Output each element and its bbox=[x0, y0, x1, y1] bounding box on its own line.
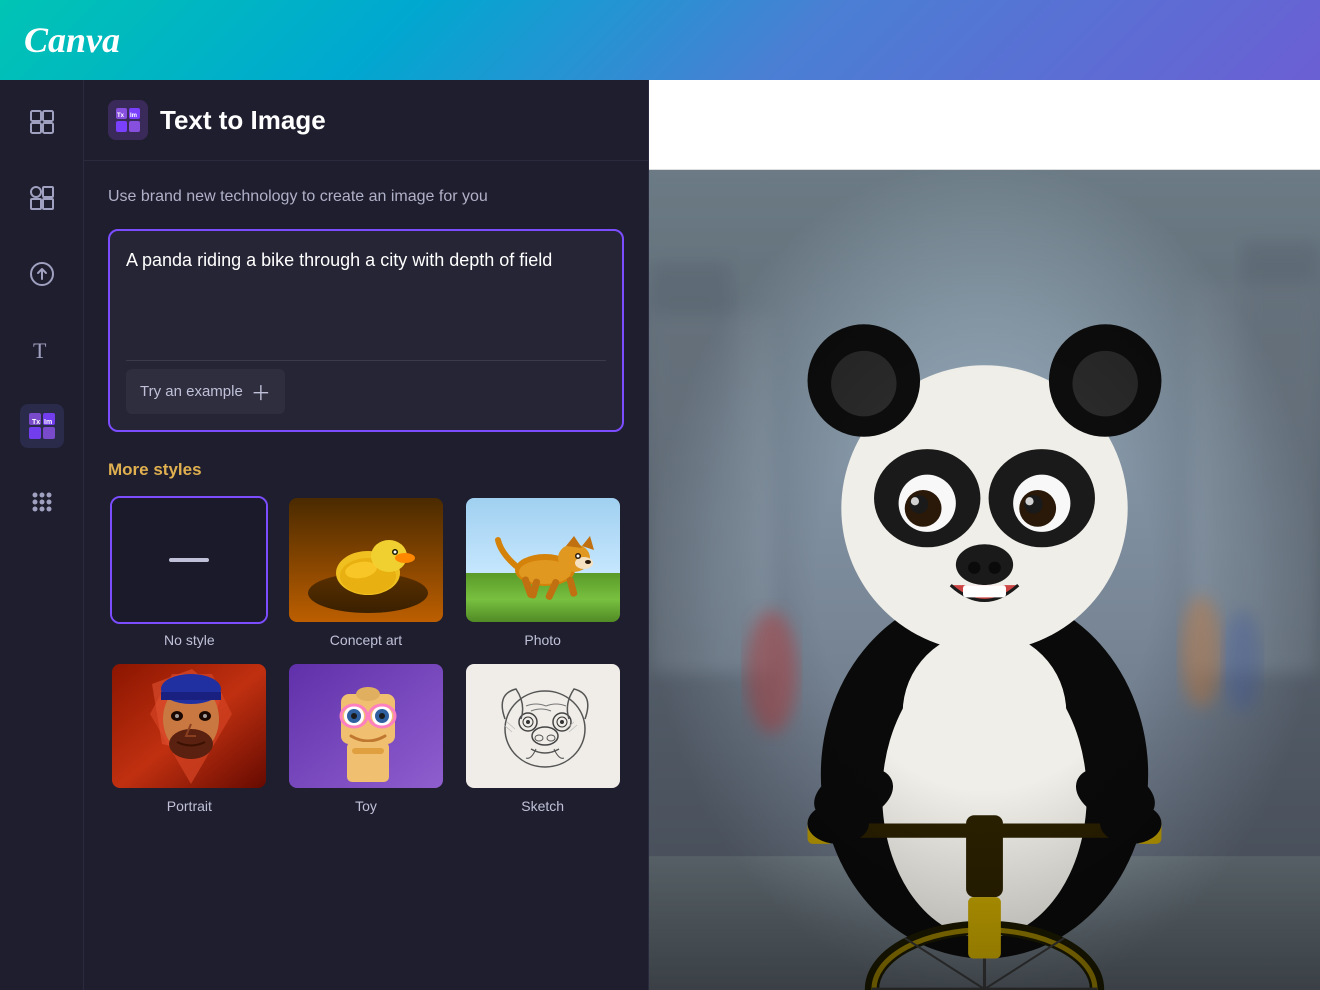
style-label-concept-art: Concept art bbox=[330, 632, 402, 648]
svg-text:Im: Im bbox=[44, 419, 52, 426]
svg-text:Tx: Tx bbox=[32, 419, 40, 426]
canva-logo: Canva bbox=[24, 19, 120, 61]
sidebar-item-shapes[interactable] bbox=[20, 176, 64, 220]
prompt-footer: Try an example ＋ bbox=[126, 360, 606, 414]
app-header: Canva bbox=[0, 0, 1320, 80]
prompt-container[interactable]: Try an example ＋ bbox=[108, 229, 624, 432]
more-styles-label: More styles bbox=[108, 460, 624, 480]
no-style-dash bbox=[169, 558, 209, 562]
style-item-concept-art[interactable]: Concept art bbox=[285, 496, 448, 648]
sidebar-item-text-to-image[interactable]: Tx Im bbox=[20, 404, 64, 448]
styles-section: More styles No style bbox=[108, 460, 624, 814]
style-item-sketch[interactable]: Sketch bbox=[461, 662, 624, 814]
style-item-portrait[interactable]: Portrait bbox=[108, 662, 271, 814]
styles-grid: No style bbox=[108, 496, 624, 814]
style-label-no-style: No style bbox=[164, 632, 215, 648]
style-label-sketch: Sketch bbox=[521, 798, 564, 814]
style-label-photo: Photo bbox=[524, 632, 561, 648]
style-thumbnail-concept-art bbox=[287, 496, 445, 624]
panel-content: Use brand new technology to create an im… bbox=[84, 161, 648, 990]
try-example-button[interactable]: Try an example ＋ bbox=[126, 369, 285, 414]
panda-image bbox=[649, 170, 1320, 990]
generated-image-container bbox=[649, 170, 1320, 990]
try-example-label: Try an example bbox=[140, 383, 243, 400]
style-item-toy[interactable]: Toy bbox=[285, 662, 448, 814]
canvas-area bbox=[649, 80, 1320, 990]
style-thumbnail-sketch bbox=[464, 662, 622, 790]
left-sidebar: T Tx Im bbox=[0, 80, 84, 990]
sidebar-item-text[interactable]: T bbox=[20, 328, 64, 372]
style-item-no-style[interactable]: No style bbox=[108, 496, 271, 648]
style-thumbnail-portrait bbox=[110, 662, 268, 790]
plus-icon: ＋ bbox=[251, 377, 271, 406]
svg-text:T: T bbox=[33, 338, 47, 363]
sidebar-item-uploads[interactable] bbox=[20, 252, 64, 296]
style-thumbnail-photo bbox=[464, 496, 622, 624]
panel-header-icon: Tx Im bbox=[108, 100, 148, 140]
style-thumbnail-toy bbox=[287, 662, 445, 790]
style-label-toy: Toy bbox=[355, 798, 377, 814]
sidebar-item-elements[interactable] bbox=[20, 100, 64, 144]
main-area: T Tx Im bbox=[0, 80, 1320, 990]
style-thumbnail-no-style bbox=[110, 496, 268, 624]
svg-text:Im: Im bbox=[130, 113, 137, 119]
svg-text:Tx: Tx bbox=[117, 113, 125, 119]
panel-header: Tx Im Text to Image bbox=[84, 80, 648, 161]
text-to-image-panel: Tx Im Text to Image Use brand new techno… bbox=[84, 80, 649, 990]
style-label-portrait: Portrait bbox=[167, 798, 212, 814]
sidebar-item-apps[interactable] bbox=[20, 480, 64, 524]
prompt-input[interactable] bbox=[126, 247, 606, 347]
canvas-toolbar bbox=[649, 80, 1320, 170]
style-item-photo[interactable]: Photo bbox=[461, 496, 624, 648]
panel-description: Use brand new technology to create an im… bbox=[108, 185, 624, 209]
panel-title: Text to Image bbox=[160, 105, 326, 136]
